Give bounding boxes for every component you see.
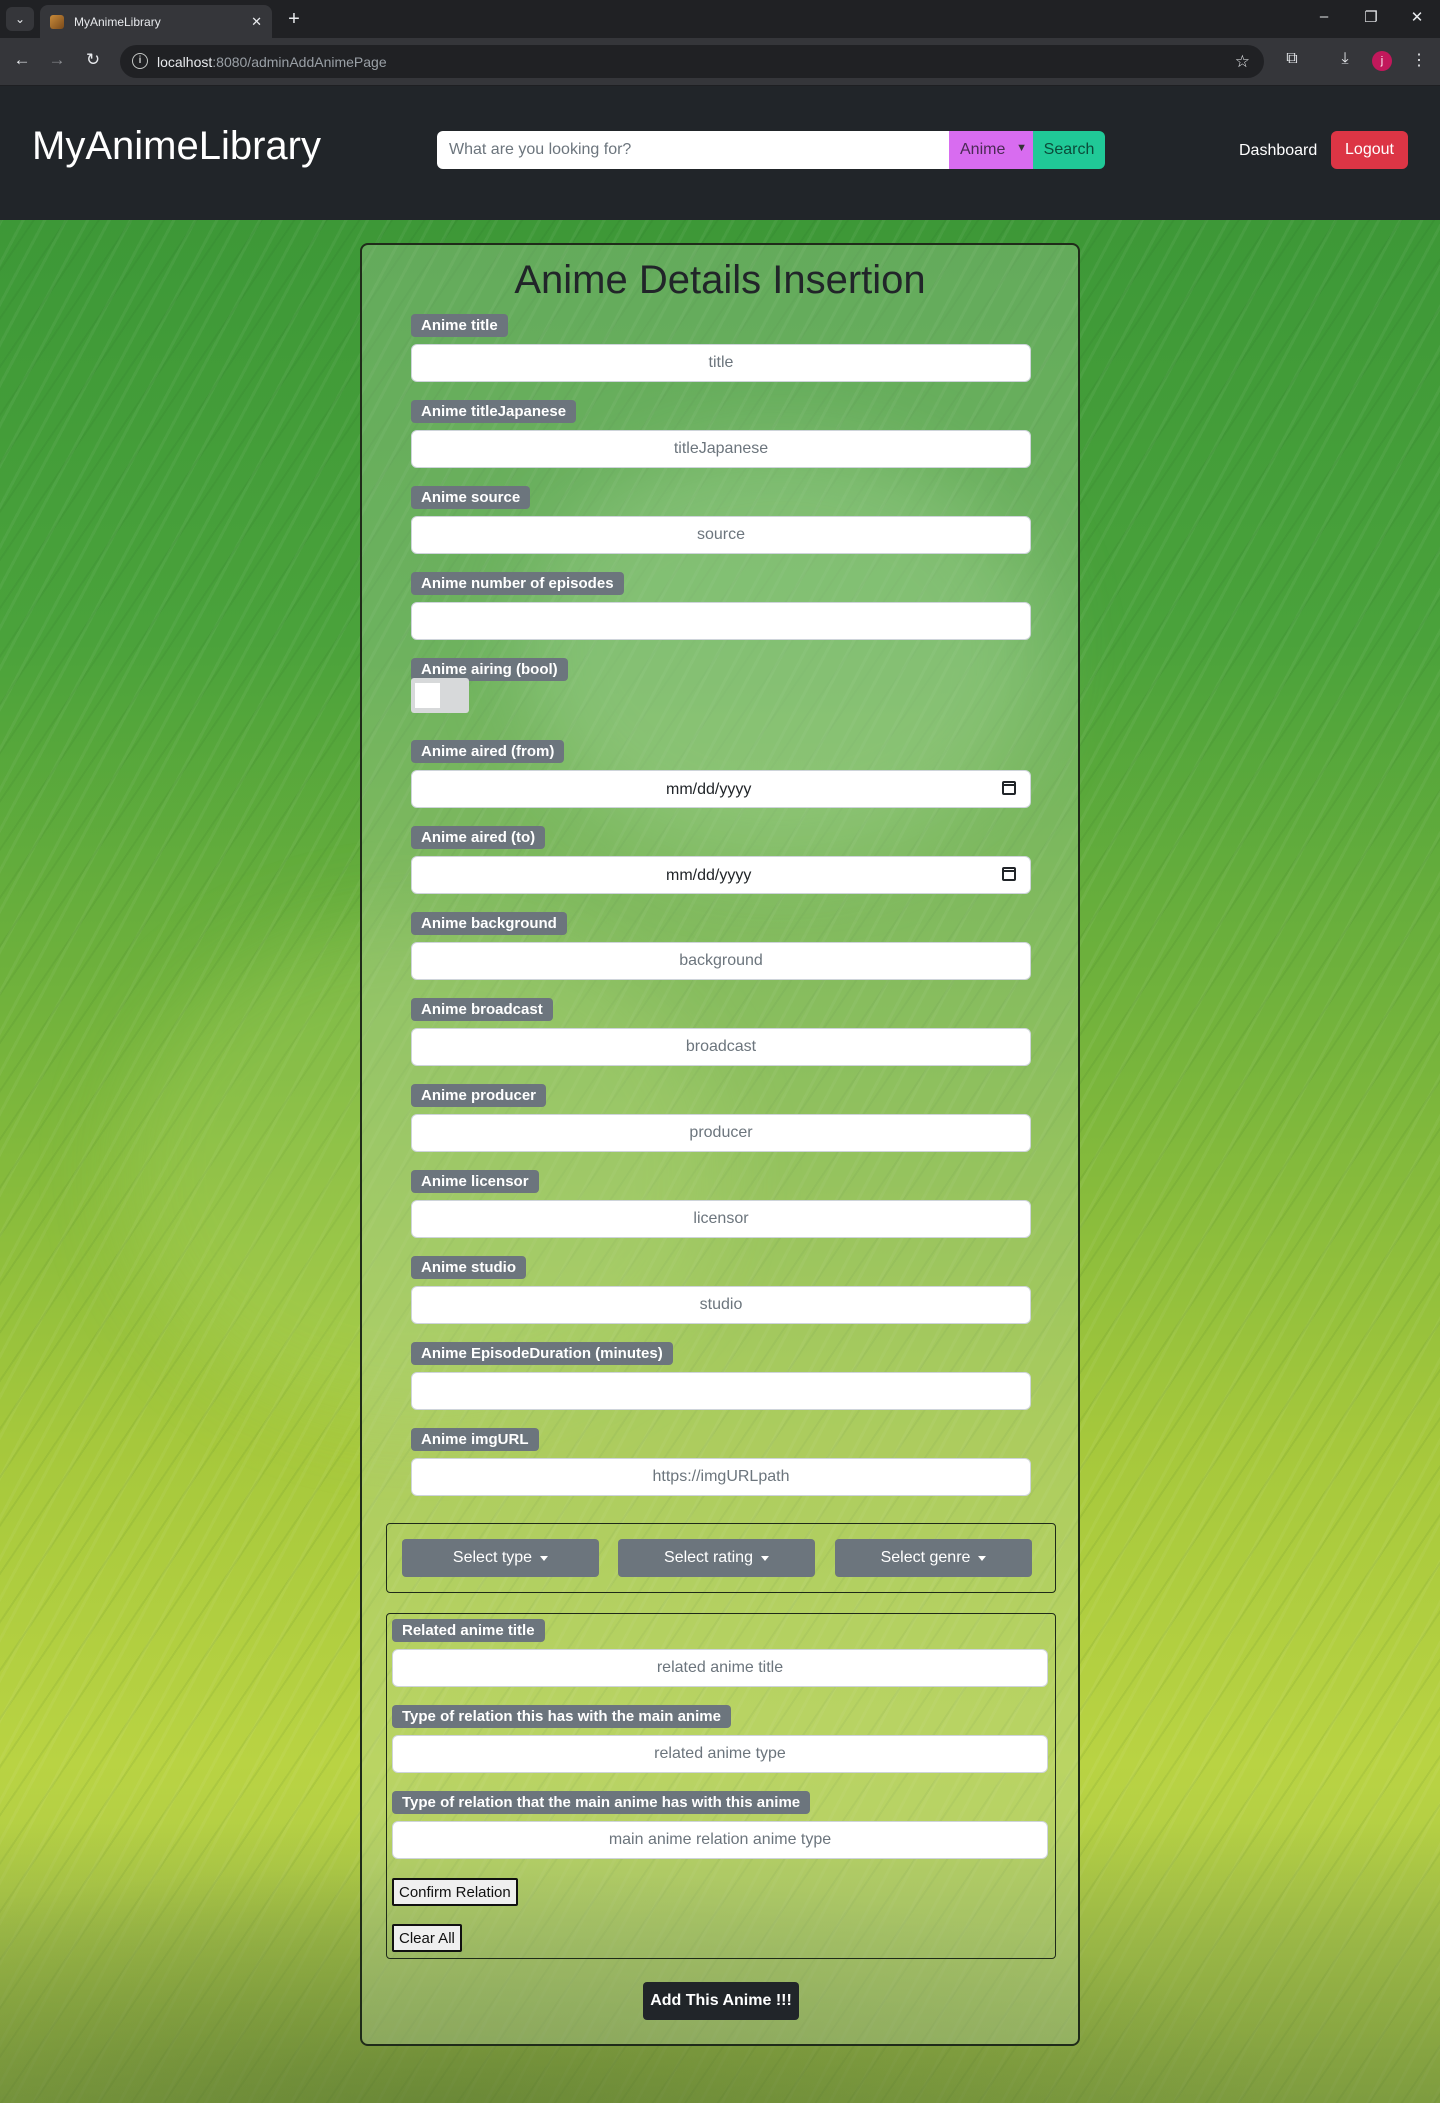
favicon-icon [50,14,64,29]
browser-tab[interactable]: MyAnimeLibrary ✕ [40,5,272,38]
field-label: Anime background [411,912,567,935]
dropdown-group: Select type Select rating Select genre [386,1523,1056,1593]
main-relation-type-input[interactable] [392,1821,1048,1859]
producer-input[interactable] [411,1114,1031,1152]
search-input[interactable] [437,131,949,169]
title-input[interactable] [411,344,1031,382]
studio-input[interactable] [411,1286,1031,1324]
field-label: Anime studio [411,1256,527,1279]
calendar-icon[interactable] [1002,781,1016,795]
brand-title[interactable]: MyAnimeLibrary [32,124,321,169]
url-host: localhost [157,54,213,70]
app-header: MyAnimeLibrary Anime ▼ Search Dashboard … [0,86,1440,220]
address-bar[interactable]: i localhost:8080/adminAddAnimePage ☆ [120,45,1264,78]
field-label: Anime titleJapanese [411,400,577,423]
back-icon[interactable]: ← [10,50,34,70]
field-label: Type of relation that the main anime has… [392,1791,811,1814]
title-japanese-input[interactable] [411,430,1031,468]
tab-search-icon[interactable]: ⌄ [6,7,34,31]
field-label: Anime title [411,314,508,337]
select-genre-dropdown[interactable]: Select genre [835,1539,1032,1577]
airing-toggle[interactable] [411,678,469,713]
dashboard-link[interactable]: Dashboard [1239,142,1317,160]
bookmark-star-icon[interactable]: ☆ [1235,52,1250,72]
select-type-dropdown[interactable]: Select type [402,1539,599,1577]
aired-to-date-input[interactable]: mm/dd/yyyy [411,856,1031,894]
caret-down-icon [540,1555,549,1561]
caret-down-icon [760,1555,769,1561]
forward-icon[interactable]: → [45,50,69,70]
search-button[interactable]: Search [1033,131,1105,169]
broadcast-input[interactable] [411,1028,1031,1066]
source-input[interactable] [411,516,1031,554]
field-label: Anime source [411,486,531,509]
toggle-knob [415,683,440,708]
img-url-input[interactable] [411,1458,1031,1496]
url-path: :8080/adminAddAnimePage [212,54,387,70]
field-label: Anime producer [411,1084,547,1107]
restore-icon[interactable]: ❐ [1356,8,1386,26]
field-label: Anime licensor [411,1170,539,1193]
add-anime-button[interactable]: Add This Anime !!! [643,1982,799,2020]
related-type-input[interactable] [392,1735,1048,1773]
window-close-icon[interactable]: ✕ [1402,8,1432,26]
downloads-icon[interactable]: ⤓ [1333,50,1357,68]
clear-all-button[interactable]: Clear All [392,1924,462,1952]
field-label: Anime imgURL [411,1428,539,1451]
dropdown-label: Select genre [880,1549,971,1566]
calendar-icon[interactable] [1002,867,1016,881]
profile-avatar[interactable]: j [1372,51,1392,71]
dropdown-label: Select type [452,1549,533,1566]
logout-button[interactable]: Logout [1331,131,1408,169]
tab-close-icon[interactable]: ✕ [251,14,262,30]
menu-icon[interactable]: ⋮ [1407,50,1431,70]
field-label: Type of relation this has with the main … [392,1705,731,1728]
episodes-input[interactable] [411,602,1031,640]
background-input[interactable] [411,942,1031,980]
browser-tab-bar: ⌄ MyAnimeLibrary ✕ + – ❐ ✕ [0,0,1440,38]
caret-down-icon [978,1555,987,1561]
select-rating-dropdown[interactable]: Select rating [618,1539,815,1577]
aired-from-field: Anime aired (from) mm/dd/yyyy [411,740,1031,808]
field-label: Anime aired (to) [411,826,546,849]
licensor-input[interactable] [411,1200,1031,1238]
field-label: Anime EpisodeDuration (minutes) [411,1342,673,1365]
search-category-value: Anime [960,141,1006,158]
aired-from-date-input[interactable]: mm/dd/yyyy [411,770,1031,808]
browser-toolbar: ← → ↻ i localhost:8080/adminAddAnimePage… [0,38,1440,86]
related-title-input[interactable] [392,1649,1048,1687]
site-info-icon[interactable]: i [132,53,148,69]
chevron-down-icon: ▼ [1016,142,1027,154]
aired-to-field: Anime aired (to) mm/dd/yyyy [411,826,1031,894]
reload-icon[interactable]: ↻ [81,50,105,70]
tab-title: MyAnimeLibrary [74,14,161,29]
field-label: Anime aired (from) [411,740,565,763]
form-title: Anime Details Insertion [514,258,926,302]
field-label: Related anime title [392,1619,545,1642]
search-group: Anime ▼ Search [437,131,1105,169]
dropdown-label: Select rating [664,1549,753,1566]
relation-section: Related anime title Type of relation thi… [386,1613,1056,1959]
minimize-icon[interactable]: – [1309,8,1339,25]
episode-duration-input[interactable] [411,1372,1031,1410]
extensions-icon[interactable]: ⧉ [1280,50,1304,68]
anime-form-card: Anime Details Insertion Anime title Anim… [360,243,1080,2046]
search-category-select[interactable]: Anime ▼ [949,131,1033,169]
confirm-relation-button[interactable]: Confirm Relation [392,1878,518,1906]
new-tab-icon[interactable]: + [282,7,306,31]
field-label: Anime broadcast [411,998,553,1021]
field-label: Anime number of episodes [411,572,624,595]
date-placeholder: mm/dd/yyyy [666,867,752,884]
date-placeholder: mm/dd/yyyy [666,781,752,798]
